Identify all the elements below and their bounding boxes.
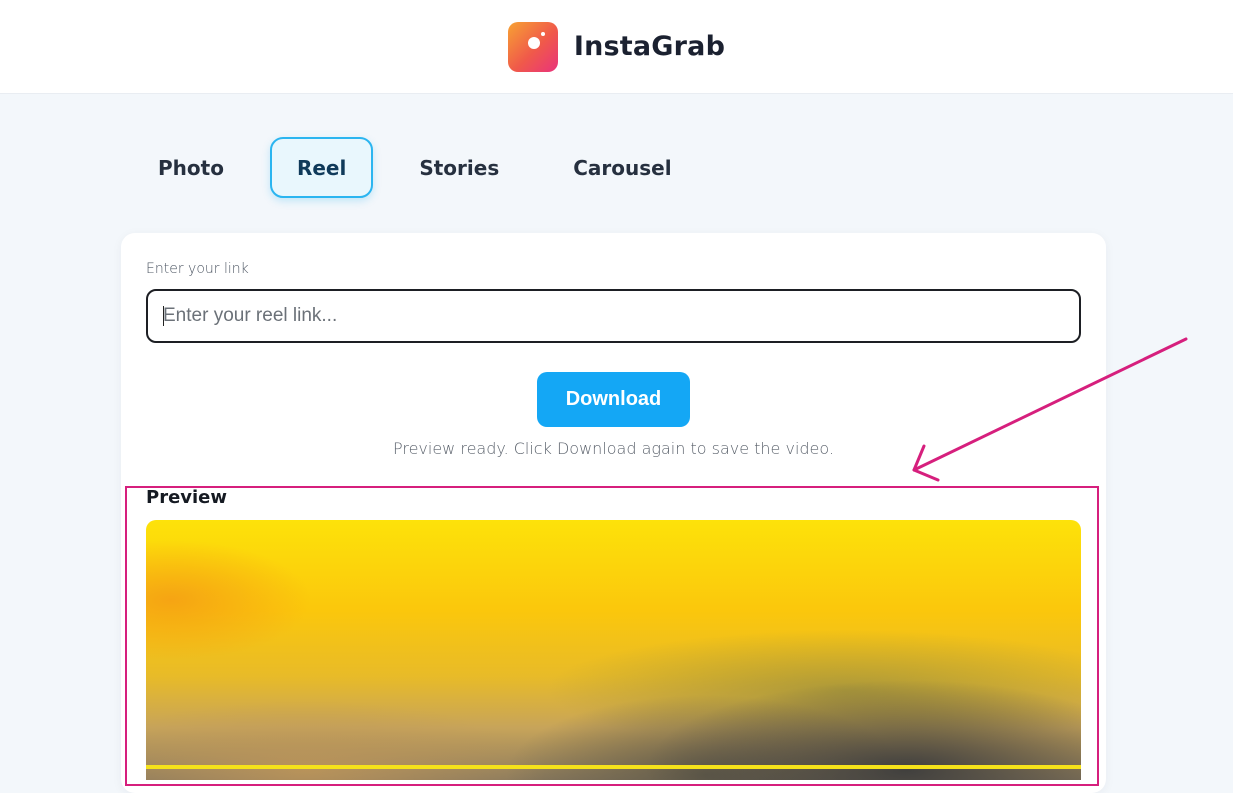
text-cursor: [163, 306, 164, 326]
tab-reel[interactable]: Reel: [269, 137, 374, 198]
app-name: InstaGrab: [573, 31, 726, 62]
brand[interactable]: InstaGrab: [507, 21, 726, 72]
download-card: Enter your link Download Preview ready. …: [121, 233, 1106, 793]
status-message: Preview ready. Click Download again to s…: [392, 439, 834, 458]
app-header: InstaGrab: [0, 0, 1233, 94]
camera-lens: [527, 36, 540, 49]
video-preview[interactable]: [146, 520, 1081, 780]
tab-photo[interactable]: Photo: [122, 137, 260, 198]
link-input[interactable]: [146, 289, 1081, 343]
media-type-tabs: Photo Reel Stories Carousel: [122, 136, 710, 199]
preview-title: Preview: [146, 487, 228, 508]
tab-carousel[interactable]: Carousel: [537, 137, 707, 198]
camera-flash: [540, 31, 545, 36]
camera-icon: [507, 21, 558, 72]
link-field-label: Enter your link: [146, 261, 249, 277]
download-button[interactable]: Download: [537, 372, 690, 427]
video-preview-edge: [146, 765, 1081, 769]
tab-stories[interactable]: Stories: [383, 137, 535, 198]
